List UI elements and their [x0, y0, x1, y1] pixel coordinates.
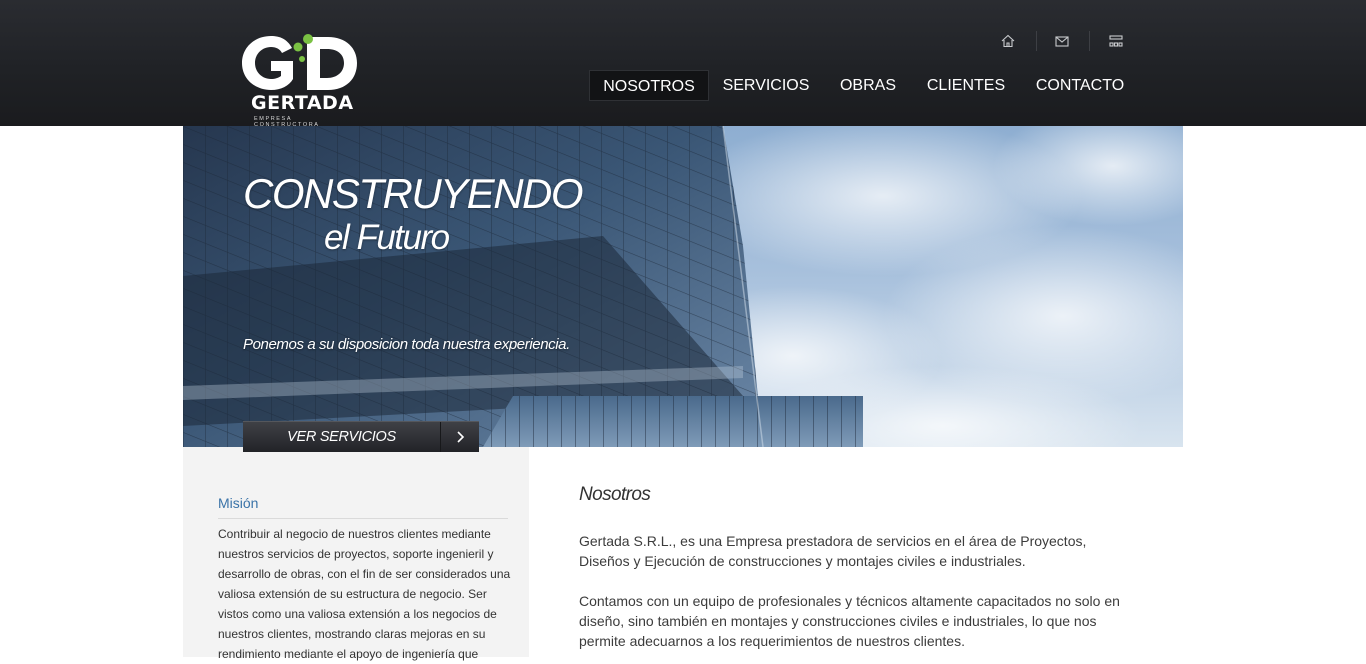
nav-servicios[interactable]: SERVICIOS [716, 70, 816, 101]
page-title: Nosotros [579, 484, 651, 505]
mision-text: Contribuir al negocio de nuestros client… [218, 527, 511, 661]
hero-title-line2: el Futuro [324, 218, 450, 257]
nav-clientes[interactable]: CLIENTES [921, 70, 1011, 101]
logo-monogram [242, 34, 357, 90]
ver-servicios-button[interactable]: VER SERVICIOS [243, 421, 479, 452]
home-icon[interactable] [999, 32, 1017, 50]
mision-title: Misión [218, 495, 259, 511]
nav-obras[interactable]: OBRAS [832, 70, 904, 101]
mision-sidebar: Misión Contribuir al negocio de nuestros… [183, 447, 529, 661]
hero-banner: CONSTRUYENDO el Futuro Ponemos a su disp… [183, 126, 1183, 447]
utility-divider [1036, 31, 1037, 51]
team-paragraph: Contamos con un equipo de profesionales … [579, 593, 1120, 649]
site-header: GERTADA EMPRESA CONSTRUCTORA NOSOTROS SE… [0, 0, 1366, 128]
chevron-right-icon [440, 422, 479, 452]
site-logo[interactable]: GERTADA EMPRESA CONSTRUCTORA [240, 34, 360, 128]
nav-contacto[interactable]: CONTACTO [1029, 70, 1131, 101]
intro-paragraph: Gertada S.R.L., es una Empresa prestador… [579, 533, 1087, 569]
mail-icon[interactable] [1053, 32, 1071, 50]
utility-divider [1089, 31, 1090, 51]
sidebar-divider [218, 518, 508, 519]
nav-nosotros[interactable]: NOSOTROS [589, 70, 709, 101]
hero-tagline: Ponemos a su disposicion toda nuestra ex… [243, 336, 570, 353]
sitemap-icon[interactable] [1107, 32, 1125, 50]
ver-servicios-label: VER SERVICIOS [287, 429, 396, 445]
logo-name: GERTADA [251, 92, 354, 114]
hero-title-line1: CONSTRUYENDO [243, 170, 584, 217]
